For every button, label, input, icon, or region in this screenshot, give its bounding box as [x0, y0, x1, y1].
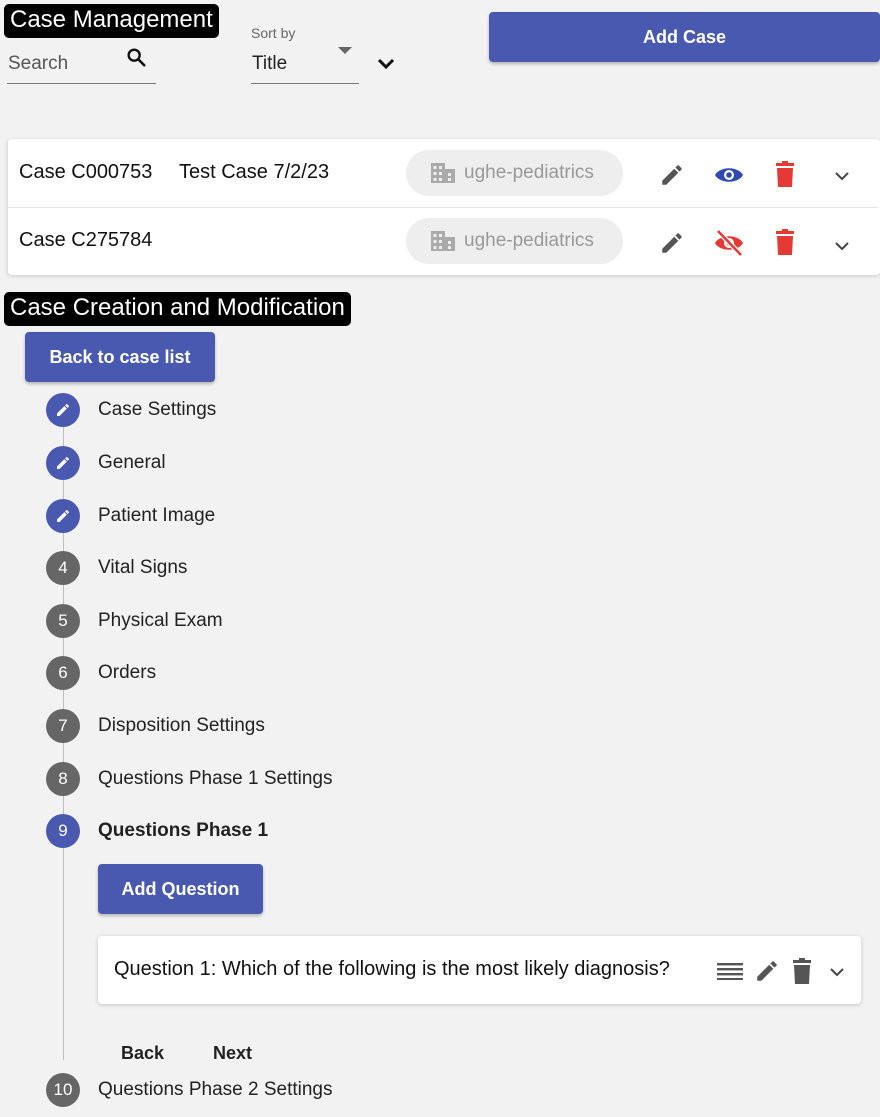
stepper-connector: [63, 582, 64, 606]
step-label-questions-phase-1-settings[interactable]: Questions Phase 1 Settings: [98, 768, 332, 790]
case-row[interactable]: Case C275784 ughe-pediatrics: [8, 207, 878, 275]
eye-off-icon[interactable]: [713, 227, 745, 259]
case-title: Case C275784: [19, 229, 153, 251]
edit-icon[interactable]: [658, 229, 686, 257]
step-number[interactable]: 9: [46, 814, 80, 848]
step-number[interactable]: 8: [46, 762, 80, 796]
delete-icon[interactable]: [773, 227, 797, 257]
step-number[interactable]: 10: [46, 1073, 80, 1107]
building-icon: [431, 231, 455, 251]
case-tag-label: ughe-pediatrics: [464, 230, 594, 251]
next-button[interactable]: Next: [213, 1043, 252, 1064]
step-2-edit-icon[interactable]: [46, 446, 80, 480]
eye-icon[interactable]: [714, 161, 744, 189]
step-label-orders[interactable]: Orders: [98, 662, 156, 684]
add-case-button[interactable]: Add Case: [489, 12, 880, 62]
sort-select[interactable]: Sort by Title: [251, 24, 359, 84]
stepper-connector: [63, 740, 64, 764]
dropdown-arrow-icon[interactable]: [337, 46, 353, 56]
delete-icon[interactable]: [790, 956, 814, 986]
back-button[interactable]: Back: [121, 1043, 164, 1064]
case-tag-chip: ughe-pediatrics: [406, 150, 623, 196]
delete-icon[interactable]: [773, 159, 797, 189]
step-number[interactable]: 4: [46, 551, 80, 585]
stepper-connector: [63, 687, 64, 711]
sort-label: Sort by: [251, 25, 296, 41]
reorder-icon[interactable]: [716, 960, 744, 982]
chevron-down-icon[interactable]: [827, 965, 847, 979]
step-label-physical-exam[interactable]: Physical Exam: [98, 610, 223, 632]
case-tag-label: ughe-pediatrics: [464, 162, 594, 183]
sort-value[interactable]: Title: [252, 53, 287, 75]
step-number[interactable]: 6: [46, 656, 80, 690]
case-title: Case C000753: [19, 161, 153, 183]
chevron-down-icon[interactable]: [376, 56, 396, 72]
step-label-vital-signs[interactable]: Vital Signs: [98, 557, 187, 579]
step-number[interactable]: 5: [46, 604, 80, 638]
step-label-questions-phase-1[interactable]: Questions Phase 1: [98, 820, 268, 842]
stepper-connector: [63, 477, 64, 501]
case-list: Case C000753 Test Case 7/2/23 ughe-pedia…: [8, 139, 880, 275]
stepper-connector: [63, 848, 64, 1060]
edit-icon[interactable]: [658, 161, 686, 189]
step-label-disposition-settings[interactable]: Disposition Settings: [98, 715, 265, 737]
case-row[interactable]: Case C000753 Test Case 7/2/23 ughe-pedia…: [8, 139, 878, 207]
case-creation-label: Case Creation and Modification: [4, 292, 351, 326]
step-label-questions-phase-2-settings[interactable]: Questions Phase 2 Settings: [98, 1079, 332, 1101]
search-field[interactable]: Search: [7, 42, 156, 84]
question-card[interactable]: Question 1: Which of the following is th…: [98, 936, 861, 1004]
case-subtitle: Test Case 7/2/23: [179, 161, 330, 183]
back-to-case-list-button[interactable]: Back to case list: [25, 332, 215, 382]
edit-icon[interactable]: [752, 956, 782, 986]
step-3-edit-icon[interactable]: [46, 499, 80, 533]
search-icon[interactable]: [123, 44, 149, 70]
chevron-down-icon[interactable]: [832, 169, 852, 183]
chevron-down-icon[interactable]: [832, 239, 852, 253]
step-number[interactable]: 7: [46, 709, 80, 743]
building-icon: [431, 163, 455, 183]
case-tag-chip: ughe-pediatrics: [406, 218, 623, 264]
stepper-connector: [63, 424, 64, 448]
case-management-label: Case Management: [4, 4, 219, 38]
add-question-button[interactable]: Add Question: [98, 864, 263, 914]
question-text: Question 1: Which of the following is th…: [114, 958, 670, 980]
search-input[interactable]: Search: [8, 53, 68, 75]
step-1-edit-icon[interactable]: [46, 393, 80, 427]
step-label-patient-image[interactable]: Patient Image: [98, 505, 215, 527]
step-label-case-settings[interactable]: Case Settings: [98, 399, 216, 421]
step-label-general[interactable]: General: [98, 452, 166, 474]
